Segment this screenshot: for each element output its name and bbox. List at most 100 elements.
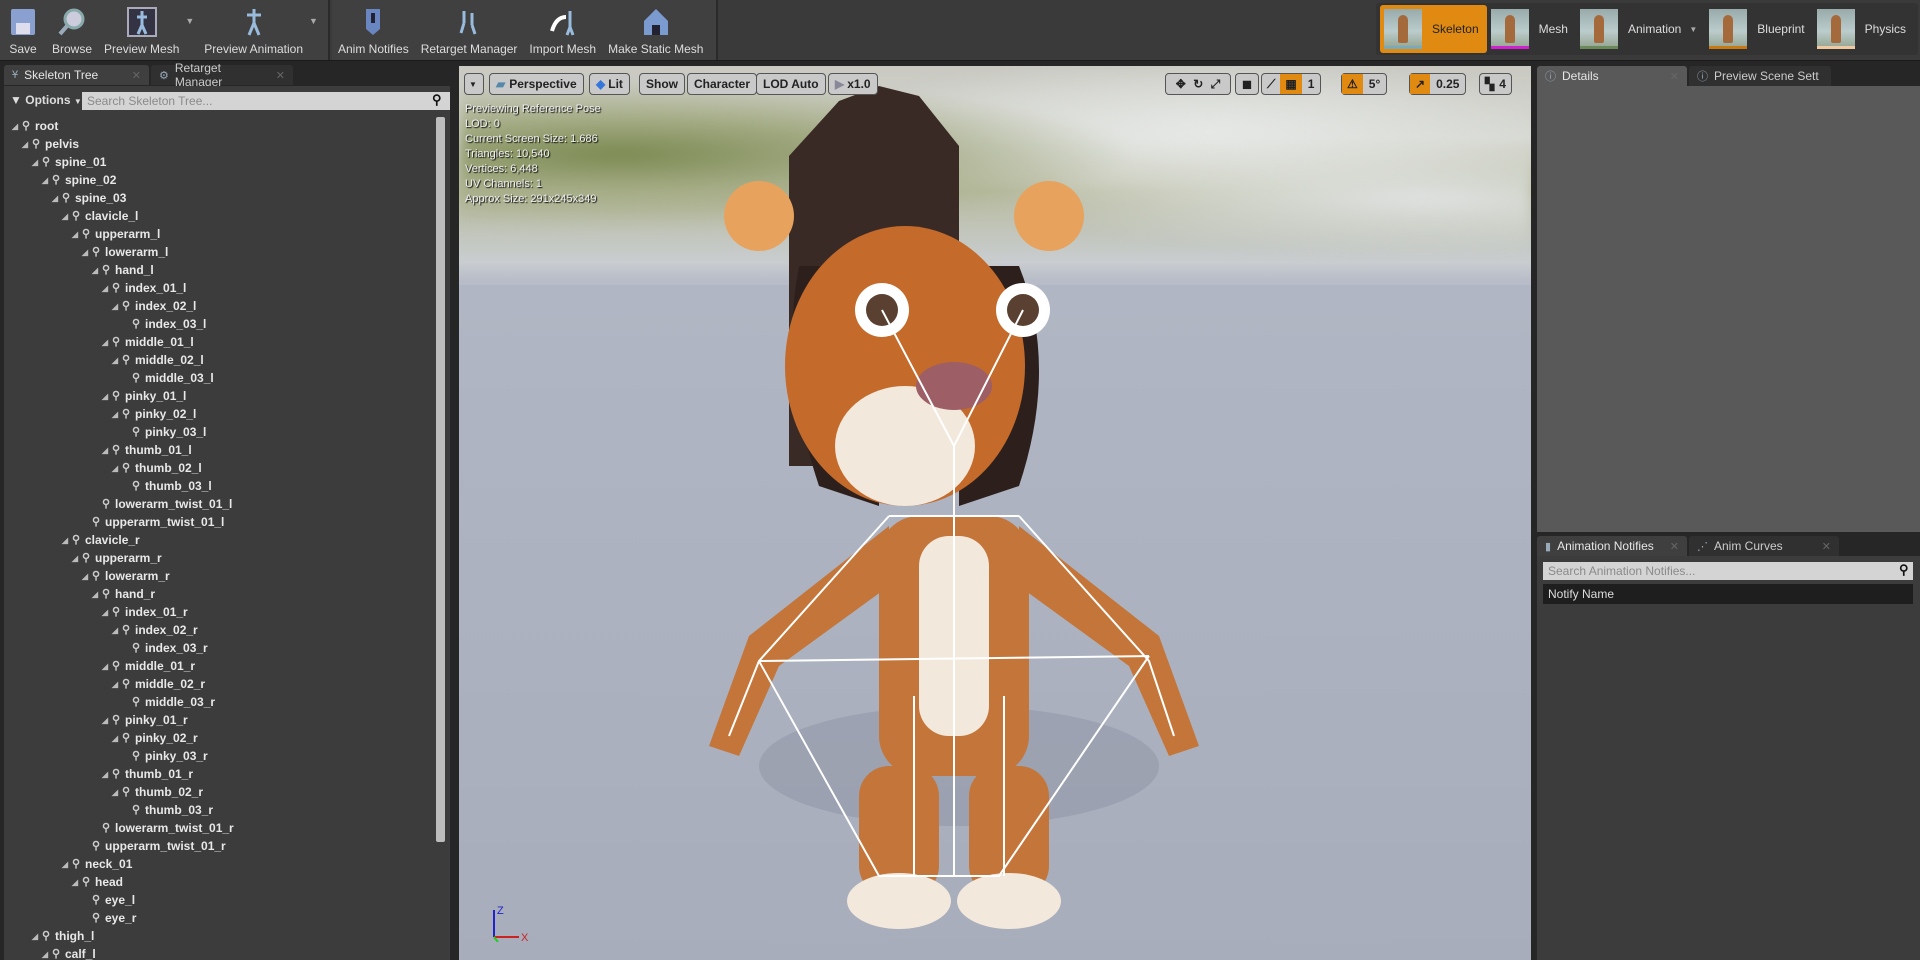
expand-arrow-icon[interactable]: ◢ bbox=[110, 302, 120, 311]
scale-snap-value[interactable]: 0.25 bbox=[1430, 77, 1465, 91]
bone-row[interactable]: ⚲ middle_03_r bbox=[4, 693, 434, 711]
bone-row[interactable]: ◢ ⚲ middle_01_r bbox=[4, 657, 434, 675]
preview-mesh-button[interactable]: Preview Mesh bbox=[98, 0, 185, 60]
expand-arrow-icon[interactable]: ◢ bbox=[30, 158, 40, 167]
bone-row[interactable]: ⚲ thumb_03_l bbox=[4, 477, 434, 495]
bone-row[interactable]: ◢ ⚲ thumb_02_l bbox=[4, 459, 434, 477]
retarget-manager-button[interactable]: Retarget Manager bbox=[415, 0, 524, 60]
camera-speed-button[interactable]: ▚ 4 bbox=[1479, 73, 1512, 95]
browse-button[interactable]: Browse bbox=[46, 0, 98, 60]
tab-preview-scene-settings[interactable]: ⓘ Preview Scene Sett bbox=[1689, 66, 1831, 86]
mode-animation[interactable]: Animation ▼ bbox=[1576, 5, 1705, 53]
expand-arrow-icon[interactable]: ◢ bbox=[100, 716, 110, 725]
bone-row[interactable]: ⚲ pinky_03_l bbox=[4, 423, 434, 441]
bone-row[interactable]: ◢ ⚲ pinky_02_l bbox=[4, 405, 434, 423]
expand-arrow-icon[interactable]: ◢ bbox=[20, 140, 30, 149]
grid-snap-group[interactable]: ⟋ ▦ 1 bbox=[1261, 73, 1322, 95]
bone-row[interactable]: ◢ ⚲ upperarm_r bbox=[4, 549, 434, 567]
close-icon[interactable]: ✕ bbox=[122, 69, 141, 82]
bone-row[interactable]: ◢ ⚲ spine_03 bbox=[4, 189, 434, 207]
preview-animation-dropdown-icon[interactable]: ▼ bbox=[309, 16, 318, 26]
expand-arrow-icon[interactable]: ◢ bbox=[70, 230, 80, 239]
bone-row[interactable]: ◢ ⚲ index_02_l bbox=[4, 297, 434, 315]
expand-arrow-icon[interactable]: ◢ bbox=[40, 950, 50, 959]
bone-row[interactable]: ◢ ⚲ spine_02 bbox=[4, 171, 434, 189]
expand-arrow-icon[interactable]: ◢ bbox=[70, 878, 80, 887]
expand-arrow-icon[interactable]: ◢ bbox=[60, 212, 70, 221]
expand-arrow-icon[interactable]: ◢ bbox=[110, 788, 120, 797]
expand-arrow-icon[interactable]: ◢ bbox=[60, 536, 70, 545]
expand-arrow-icon[interactable]: ◢ bbox=[100, 770, 110, 779]
expand-arrow-icon[interactable]: ◢ bbox=[100, 284, 110, 293]
bone-row[interactable]: ⚲ upperarm_twist_01_r bbox=[4, 837, 434, 855]
rotation-snap-group[interactable]: ⚠ 5° bbox=[1341, 73, 1388, 95]
bone-row[interactable]: ◢ ⚲ calf_l bbox=[4, 945, 434, 960]
bone-row[interactable]: ◢ ⚲ index_01_l bbox=[4, 279, 434, 297]
expand-arrow-icon[interactable]: ◢ bbox=[90, 590, 100, 599]
expand-arrow-icon[interactable]: ◢ bbox=[10, 122, 20, 131]
expand-arrow-icon[interactable]: ◢ bbox=[70, 554, 80, 563]
bone-row[interactable]: ⚲ thumb_03_r bbox=[4, 801, 434, 819]
expand-arrow-icon[interactable]: ◢ bbox=[100, 392, 110, 401]
bone-row[interactable]: ⚲ eye_l bbox=[4, 891, 434, 909]
expand-arrow-icon[interactable]: ◢ bbox=[100, 608, 110, 617]
notify-search-input[interactable] bbox=[1543, 562, 1913, 580]
bone-row[interactable]: ◢ ⚲ middle_02_r bbox=[4, 675, 434, 693]
expand-arrow-icon[interactable]: ◢ bbox=[40, 176, 50, 185]
tab-retarget-manager[interactable]: ⚙ Retarget Manager ✕ bbox=[151, 61, 293, 89]
viewport-options-button[interactable]: ▼ bbox=[464, 73, 484, 95]
viewport[interactable]: ▼ ▰ Perspective ◆ Lit Show Character LOD A… bbox=[459, 66, 1531, 960]
scale-snap-group[interactable]: ↗ 0.25 bbox=[1409, 73, 1467, 95]
tab-animation-notifies[interactable]: ▮ Animation Notifies ✕ bbox=[1537, 536, 1687, 556]
expand-arrow-icon[interactable]: ◢ bbox=[110, 626, 120, 635]
bone-row[interactable]: ⚲ eye_r bbox=[4, 909, 434, 927]
save-button[interactable]: Save bbox=[0, 0, 46, 60]
lod-button[interactable]: LOD Auto bbox=[756, 73, 826, 95]
chevron-down-icon[interactable]: ▼ bbox=[1689, 25, 1697, 34]
bone-row[interactable]: ⚲ middle_03_l bbox=[4, 369, 434, 387]
notify-name-column-header[interactable]: Notify Name bbox=[1543, 584, 1913, 604]
scale-icon[interactable]: ⤢ bbox=[1211, 77, 1221, 92]
bone-row[interactable]: ⚲ pinky_03_r bbox=[4, 747, 434, 765]
tab-details[interactable]: ⓘ Details ✕ bbox=[1537, 66, 1687, 86]
expand-arrow-icon[interactable]: ◢ bbox=[90, 266, 100, 275]
transform-tools[interactable]: ✥ ↻ ⤢ bbox=[1165, 73, 1231, 95]
bone-row[interactable]: ◢ ⚲ thumb_02_r bbox=[4, 783, 434, 801]
anim-notifies-button[interactable]: Anim Notifies bbox=[332, 0, 415, 60]
bone-row[interactable]: ⚲ lowerarm_twist_01_r bbox=[4, 819, 434, 837]
bone-row[interactable]: ◢ ⚲ middle_02_l bbox=[4, 351, 434, 369]
import-mesh-button[interactable]: Import Mesh bbox=[523, 0, 602, 60]
expand-arrow-icon[interactable]: ◢ bbox=[80, 572, 90, 581]
bone-row[interactable]: ◢ ⚲ lowerarm_l bbox=[4, 243, 434, 261]
bone-row[interactable]: ◢ ⚲ hand_l bbox=[4, 261, 434, 279]
expand-arrow-icon[interactable]: ◢ bbox=[110, 680, 120, 689]
expand-arrow-icon[interactable]: ◢ bbox=[50, 194, 60, 203]
expand-arrow-icon[interactable]: ◢ bbox=[80, 248, 90, 257]
mode-physics[interactable]: Physics bbox=[1813, 5, 1914, 53]
surface-snap-icon[interactable]: ⟋ bbox=[1262, 77, 1280, 92]
mode-skeleton[interactable]: Skeleton bbox=[1379, 5, 1487, 53]
bone-row[interactable]: ◢ ⚲ neck_01 bbox=[4, 855, 434, 873]
expand-arrow-icon[interactable]: ◢ bbox=[100, 662, 110, 671]
preview-animation-button[interactable]: Preview Animation bbox=[198, 0, 309, 60]
playback-speed-button[interactable]: ▶ x1.0 bbox=[828, 73, 878, 95]
expand-arrow-icon[interactable]: ◢ bbox=[100, 338, 110, 347]
mode-mesh[interactable]: Mesh bbox=[1487, 5, 1576, 53]
bone-row[interactable]: ◢ ⚲ clavicle_l bbox=[4, 207, 434, 225]
rotation-snap-icon[interactable]: ⚠ bbox=[1342, 74, 1363, 94]
bone-row[interactable]: ◢ ⚲ thigh_l bbox=[4, 927, 434, 945]
bone-row[interactable]: ◢ ⚲ pinky_02_r bbox=[4, 729, 434, 747]
bone-row[interactable]: ◢ ⚲ head bbox=[4, 873, 434, 891]
bone-row[interactable]: ◢ ⚲ upperarm_l bbox=[4, 225, 434, 243]
bone-row[interactable]: ◢ ⚲ clavicle_r bbox=[4, 531, 434, 549]
close-icon[interactable]: ✕ bbox=[1660, 540, 1679, 553]
preview-mesh-dropdown-icon[interactable]: ▼ bbox=[185, 16, 194, 26]
scale-snap-icon[interactable]: ↗ bbox=[1410, 74, 1431, 94]
bone-row[interactable]: ◢ ⚲ pinky_01_l bbox=[4, 387, 434, 405]
bone-row[interactable]: ⚲ upperarm_twist_01_l bbox=[4, 513, 434, 531]
bone-row[interactable]: ⚲ index_03_r bbox=[4, 639, 434, 657]
bone-row[interactable]: ◢ ⚲ root bbox=[4, 117, 434, 135]
expand-arrow-icon[interactable]: ◢ bbox=[30, 932, 40, 941]
tab-skeleton-tree[interactable]: Ұ Skeleton Tree ✕ bbox=[4, 65, 149, 85]
expand-arrow-icon[interactable]: ◢ bbox=[110, 356, 120, 365]
